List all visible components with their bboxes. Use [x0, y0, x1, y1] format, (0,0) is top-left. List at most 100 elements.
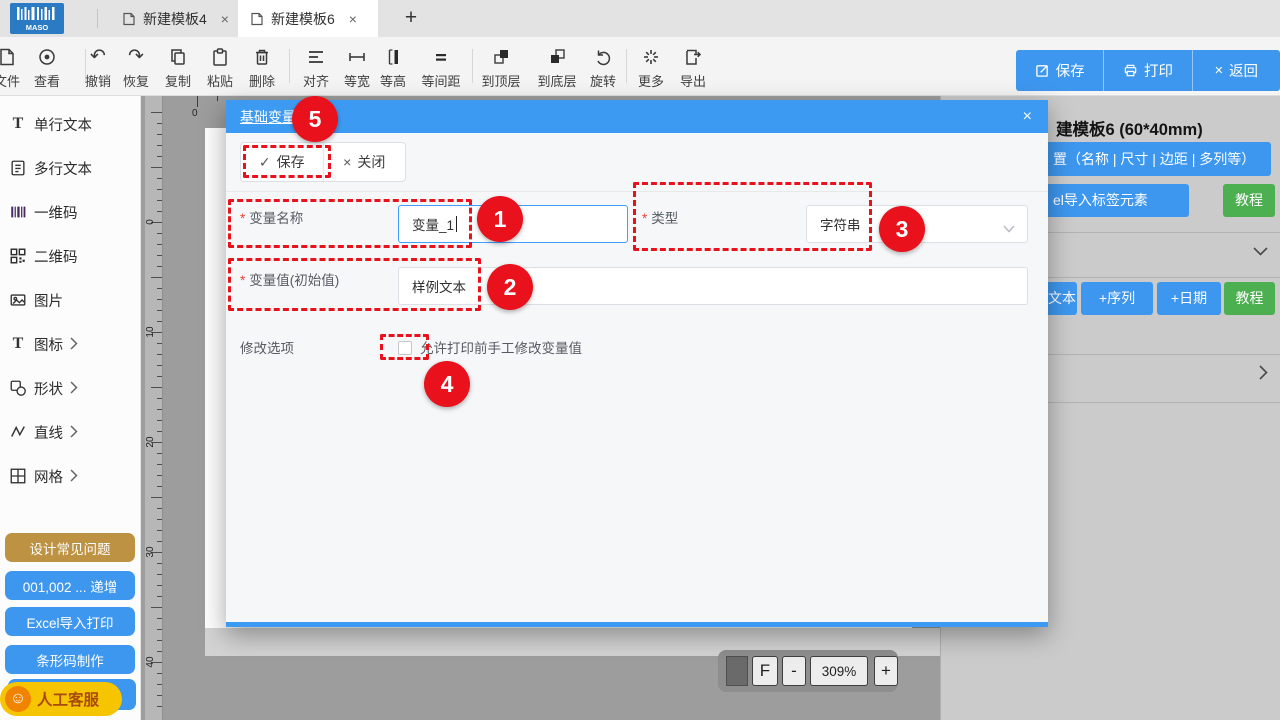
allow-manual-modify-checkbox[interactable]: [398, 341, 412, 355]
shapes-icon: [7, 379, 29, 397]
zoom-fit-button[interactable]: F: [752, 656, 778, 686]
bring-to-front-icon: [477, 46, 525, 68]
trash-icon: [240, 46, 284, 68]
x-icon: ×: [343, 154, 351, 170]
print-button[interactable]: 打印: [1103, 50, 1191, 91]
variable-name-label: *变量名称: [240, 209, 303, 229]
chevron-right-icon: [70, 425, 78, 443]
toolbar-paste-button[interactable]: 粘贴: [198, 46, 242, 90]
design-faq-button[interactable]: 设计常见问题: [5, 533, 135, 562]
export-icon: [671, 46, 715, 68]
dialog-close-icon[interactable]: ×: [1023, 108, 1032, 126]
save-template-button[interactable]: 保存: [1016, 50, 1103, 91]
excel-import-print-button[interactable]: Excel导入打印: [5, 607, 135, 636]
sidebar-item-grid[interactable]: 网格: [0, 454, 140, 498]
close-icon: ×: [1215, 63, 1223, 79]
sidebar-item-icon-library[interactable]: T 图标: [0, 322, 140, 366]
sidebar-item-single-line-text[interactable]: T 单行文本: [0, 102, 140, 146]
toolbar-separator: [472, 49, 473, 83]
toolbar-align-button[interactable]: 对齐: [294, 46, 338, 90]
sidebar-item-qrcode[interactable]: 二维码: [0, 234, 140, 278]
ruler-tick: [157, 453, 162, 454]
sidebar-item-barcode[interactable]: 一维码: [0, 190, 140, 234]
chevron-right-icon[interactable]: [1259, 365, 1268, 380]
ruler-tick: [157, 255, 162, 256]
zoom-out-button[interactable]: -: [782, 656, 806, 686]
tab-bar: MASO 新建模板4 × 新建模板6 × +: [0, 0, 1280, 38]
type-label: *类型: [642, 209, 678, 229]
ruler-tick: [157, 189, 162, 190]
ruler-tick: [157, 673, 162, 674]
allow-manual-modify-label: 允许打印前手工修改变量值: [420, 339, 582, 359]
ruler-label: 20: [145, 432, 159, 452]
ruler-tick: [157, 508, 162, 509]
dialog-header[interactable]: 基础变量 ×: [226, 100, 1048, 133]
tutorial-button-2[interactable]: 教程: [1224, 282, 1275, 315]
chevron-right-icon: [70, 337, 78, 355]
ruler-tick: [157, 266, 162, 267]
toolbar-redo-button[interactable]: ↷ 恢复: [114, 46, 158, 90]
ruler-label: 10: [145, 322, 159, 342]
zoom-in-button[interactable]: +: [874, 656, 898, 686]
toolbar-view-button[interactable]: 查看: [25, 46, 69, 90]
tab-template-4[interactable]: 新建模板4 ×: [110, 0, 241, 37]
ruler-tick: [157, 596, 162, 597]
ruler-tick: [157, 563, 162, 564]
chevron-down-icon[interactable]: [1253, 247, 1268, 256]
required-mark: *: [642, 211, 647, 226]
dialog-button-group: ✓ 保存 × 关闭: [240, 142, 406, 182]
check-icon: ✓: [259, 154, 271, 171]
ruler-tick: [157, 574, 162, 575]
app-window: MASO 新建模板4 × 新建模板6 × + 文件 查看: [0, 0, 1280, 720]
toolbar-separator: [626, 49, 627, 83]
back-button[interactable]: × 返回: [1192, 50, 1280, 91]
tab-template-6[interactable]: 新建模板6 ×: [238, 0, 378, 37]
toolbar-bring-to-front-button[interactable]: 到顶层: [477, 46, 525, 90]
tab-close-icon[interactable]: ×: [349, 11, 357, 27]
barcode-making-button[interactable]: 条形码制作: [5, 645, 135, 674]
ruler-tick: [157, 486, 162, 487]
dialog-close-button[interactable]: × 关闭: [323, 143, 406, 181]
dialog-save-button[interactable]: ✓ 保存: [241, 143, 323, 181]
ruler-tick: [157, 343, 162, 344]
toolbar-rotate-button[interactable]: 旋转: [581, 46, 625, 90]
color-swatch[interactable]: [726, 656, 748, 686]
ruler-tick: [157, 618, 162, 619]
grid-icon: [7, 467, 29, 485]
vertical-ruler: 010203040: [145, 95, 163, 720]
ruler-tick: [157, 145, 162, 146]
tutorial-button[interactable]: 教程: [1223, 184, 1275, 217]
toolbar-more-button[interactable]: 更多: [629, 46, 673, 90]
toolbar-delete-button[interactable]: 删除: [240, 46, 284, 90]
new-tab-button[interactable]: +: [398, 4, 424, 32]
add-date-button[interactable]: +日期: [1157, 282, 1221, 315]
ruler-tick: [157, 244, 162, 245]
sidebar-item-image[interactable]: 图片: [0, 278, 140, 322]
line-icon: [7, 423, 29, 441]
tab-close-icon[interactable]: ×: [221, 11, 229, 27]
toolbar-send-to-back-button[interactable]: 到底层: [533, 46, 581, 90]
basic-variable-dialog: 基础变量 × ✓ 保存 × 关闭 *变量名称 变量_1 *类型 字符串: [226, 100, 1048, 627]
rotate-icon: [581, 46, 625, 68]
app-logo-icon[interactable]: MASO: [10, 3, 64, 34]
text-caret: [456, 216, 457, 232]
ruler-tick: [157, 354, 162, 355]
sidebar-item-multi-line-text[interactable]: 多行文本: [0, 146, 140, 190]
toolbar-separator: [289, 49, 290, 83]
customer-service-button[interactable]: ☺ 人工客服: [0, 682, 122, 716]
chevron-down-icon: [1003, 221, 1015, 236]
toolbar-equal-height-button[interactable]: 等高: [371, 46, 415, 90]
toolbar-copy-button[interactable]: 复制: [156, 46, 200, 90]
sidebar-item-line[interactable]: 直线: [0, 410, 140, 454]
ruler-tick: [157, 365, 162, 366]
template-file-icon: [122, 12, 136, 26]
toolbar-equal-spacing-button[interactable]: 等间距: [414, 46, 468, 90]
dialog-divider: [226, 191, 1048, 192]
toolbar-export-button[interactable]: 导出: [671, 46, 715, 90]
increment-sequence-button[interactable]: 001,002 ... 递增: [5, 571, 135, 600]
sidebar-item-shapes[interactable]: 形状: [0, 366, 140, 410]
redo-icon: ↷: [114, 46, 158, 68]
add-sequence-button[interactable]: +序列: [1081, 282, 1153, 315]
ruler-tick: [157, 530, 162, 531]
qrcode-icon: [7, 247, 29, 265]
